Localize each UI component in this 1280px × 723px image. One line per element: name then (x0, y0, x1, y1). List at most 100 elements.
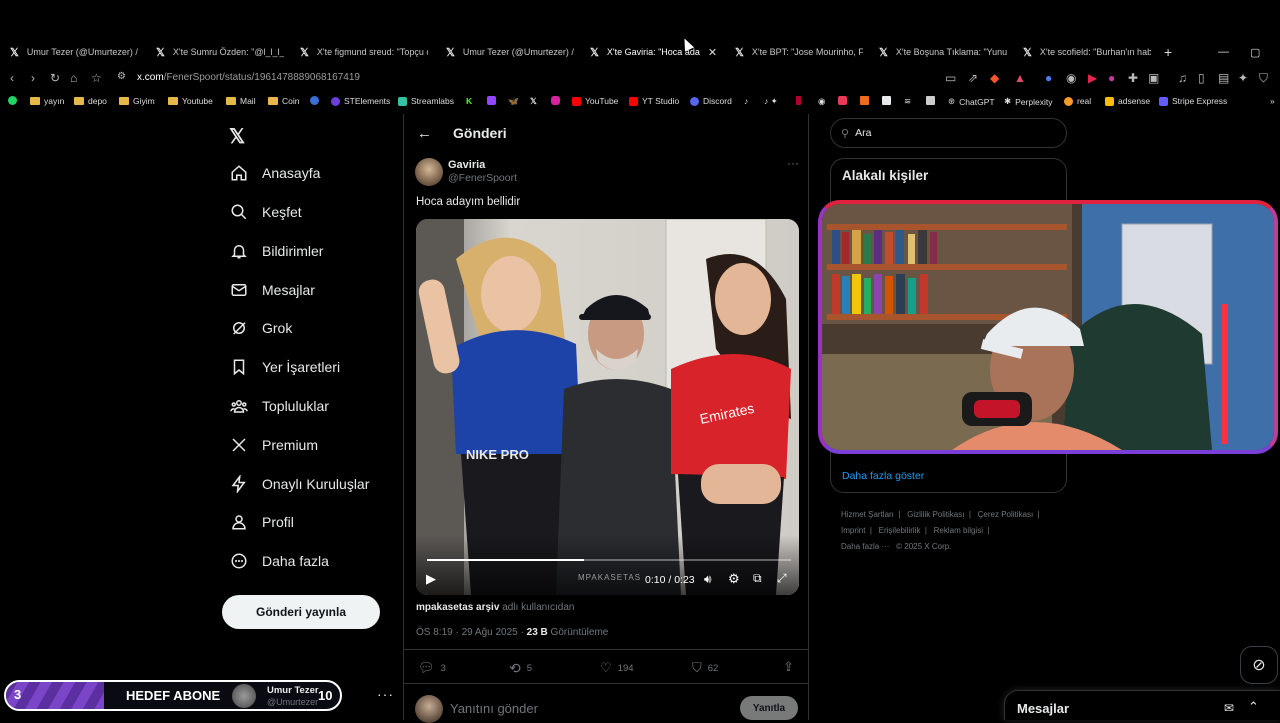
volume-icon[interactable]: 🔊︎ (704, 572, 712, 587)
browser-tab[interactable]: 𝕏 X'te Sumru Özden: "@l_l_l_l" (156, 40, 284, 64)
bookmark-link[interactable]: ⊛ ChatGPT (948, 96, 995, 107)
browser-tab[interactable]: 𝕏X'te Boşuna Tıklama: "Yunus A (879, 40, 1007, 64)
home-icon[interactable]: ⌂ (70, 71, 77, 85)
nav-verified-orgs[interactable]: Onaylı Kuruluşlar (230, 472, 369, 496)
bookmark-icon[interactable] (882, 96, 895, 105)
bookmark-link[interactable]: YT Studio (629, 96, 679, 106)
nav-profile[interactable]: Profil (230, 510, 294, 534)
browser-tab[interactable]: 𝕏 Umur Tezer (@Umurtezer) / X (446, 40, 574, 64)
footer-link[interactable]: Gizlilik Politikası (907, 510, 964, 519)
brave-shield-icon[interactable]: ◆ (990, 71, 999, 85)
expand-chevron-icon[interactable]: ⌃ (1248, 699, 1259, 715)
settings-gear-icon[interactable]: ⚙ (728, 571, 740, 587)
bookmark-page-icon[interactable]: ☆ (91, 71, 102, 85)
footer-link[interactable]: Erişilebilirlik (879, 526, 921, 535)
share-icon[interactable]: ⇗ (968, 71, 978, 85)
tiktok-icon[interactable]: ♪ ✦ (764, 96, 778, 107)
bookmark-link[interactable]: real (1064, 96, 1091, 106)
reply-button[interactable]: Yanıtla (740, 696, 798, 720)
site-settings-icon[interactable]: ⚙ (117, 71, 126, 82)
bookmark-icon[interactable] (838, 96, 851, 105)
post-more-icon[interactable]: ··· (787, 156, 799, 170)
nav-explore[interactable]: Keşfet (230, 200, 302, 224)
kick-icon[interactable]: K (466, 96, 472, 106)
picture-in-picture-icon[interactable]: ⧉ (753, 571, 762, 586)
media-icon[interactable]: ♫ (1178, 71, 1187, 85)
browser-tab[interactable]: 𝕏 X'te scofield: "Burhan'ın haberi (1023, 40, 1151, 64)
bookmark-icon[interactable] (796, 96, 805, 105)
grok-float-icon[interactable]: ⊘ (1240, 646, 1278, 684)
nav-home[interactable]: Anasayfa (230, 161, 320, 185)
footer-link[interactable]: Imprint (841, 526, 865, 535)
bookmark-folder[interactable]: depo (74, 96, 107, 106)
bookmark-action[interactable]: ⛉ 62 (692, 660, 718, 676)
bookmark-icon[interactable] (310, 96, 323, 105)
instagram-icon[interactable] (551, 96, 564, 105)
maximize-window-icon[interactable]: ▢ (1250, 40, 1260, 64)
bookmark-folder[interactable]: Youtube (168, 96, 213, 106)
extension-icon[interactable]: ● (1045, 71, 1052, 85)
nav-communities[interactable]: Topluluklar (230, 394, 329, 418)
repost-action[interactable]: ⟲ 5 (509, 660, 532, 677)
nav-more[interactable]: Daha fazla (230, 549, 329, 573)
bookmark-icon[interactable]: ≋ (904, 96, 911, 107)
twitch-icon[interactable] (487, 96, 500, 105)
x-logo-icon[interactable]: 𝕏 (530, 96, 537, 107)
leo-ai-icon[interactable]: ✦ (1238, 71, 1248, 85)
wallet-icon[interactable]: ▤ (1218, 71, 1229, 85)
nav-bookmarks[interactable]: Yer İşaretleri (230, 355, 340, 379)
browser-tab[interactable]: 𝕏X'te figmund sreud: "Topçu olsa (300, 40, 428, 64)
footer-link[interactable]: Hizmet Şartları (841, 510, 894, 519)
account-more-icon[interactable]: ··· (377, 686, 394, 702)
post-video[interactable]: Emirates NIKE PRO ▶ MPAKASETAS 0:10 / 0:… (416, 219, 799, 595)
footer-link[interactable]: Daha fazla ··· (841, 542, 889, 551)
bookmark-folder[interactable]: yayın (30, 96, 64, 106)
source-name[interactable]: mpakasetas arşiv (416, 602, 499, 613)
search-input[interactable]: ⚲ Ara (830, 118, 1067, 148)
bookmark-icon[interactable] (926, 96, 939, 105)
new-message-icon[interactable]: ✉ (1224, 701, 1234, 715)
post-button[interactable]: Gönderi yayınla (222, 595, 380, 629)
messages-drawer[interactable]: Mesajlar ✉ ⌃ (1004, 690, 1280, 720)
video-progress-track[interactable] (427, 559, 791, 561)
sidebar-toggle-icon[interactable]: ▯ (1198, 71, 1205, 85)
bookmark-icon[interactable]: ◉ (818, 96, 825, 107)
bookmark-icon[interactable] (860, 96, 873, 105)
bookmark-link[interactable]: STElements (331, 96, 390, 106)
bookmark-link[interactable]: Discord (690, 96, 732, 106)
bookmark-link[interactable]: Streamlabs (398, 96, 454, 106)
share-icon[interactable]: ⇪ (783, 659, 794, 675)
browser-tab[interactable]: 𝕏X'te BPT: "Jose Mourinho, Fene (735, 40, 863, 64)
cast-icon[interactable]: ▭ (945, 71, 956, 85)
vpn-icon[interactable]: ⛉ (1259, 71, 1268, 86)
tiktok-icon[interactable]: ♪ (744, 96, 748, 106)
play-icon[interactable]: ▶ (426, 571, 436, 587)
new-tab-icon[interactable]: + (1164, 40, 1172, 64)
back-icon[interactable]: ‹ (10, 71, 14, 85)
close-tab-icon[interactable]: ✕ (708, 46, 717, 59)
bookmark-link[interactable]: YouTube (572, 96, 618, 106)
reply-action[interactable]: 💬︎ 3 (418, 660, 446, 676)
forward-icon[interactable]: › (31, 71, 35, 85)
like-action[interactable]: ♡ 194 (600, 660, 634, 676)
reply-input[interactable]: Yanıtını gönder (450, 701, 538, 716)
nav-grok[interactable]: Grok (230, 316, 292, 340)
extension-icon[interactable]: ◉ (1066, 71, 1076, 85)
nav-premium[interactable]: Premium (230, 433, 318, 457)
author-name[interactable]: Gaviria (448, 159, 485, 171)
nav-notifications[interactable]: Bildirimler (230, 239, 323, 263)
extension-icon[interactable]: ▶ (1088, 71, 1097, 85)
bookmark-link[interactable]: Stripe Express (1159, 96, 1227, 106)
whatsapp-icon[interactable] (8, 96, 21, 105)
url-field[interactable]: x.com/FenerSpoort/status/196147888906816… (137, 72, 360, 83)
extension-icon[interactable]: ▣ (1148, 71, 1159, 85)
author-avatar[interactable] (415, 158, 443, 186)
reload-icon[interactable]: ↻ (50, 71, 60, 85)
bookmark-folder[interactable]: Giyim (119, 96, 155, 106)
footer-link[interactable]: Çerez Politikası (978, 510, 1034, 519)
author-handle[interactable]: @FenerSpoort (448, 172, 517, 184)
fullscreen-icon[interactable]: ⤢ (777, 571, 787, 586)
more-bookmarks-icon[interactable]: » (1270, 96, 1275, 106)
show-more-link[interactable]: Daha fazla göster (842, 470, 924, 482)
nav-messages[interactable]: Mesajlar (230, 278, 315, 302)
